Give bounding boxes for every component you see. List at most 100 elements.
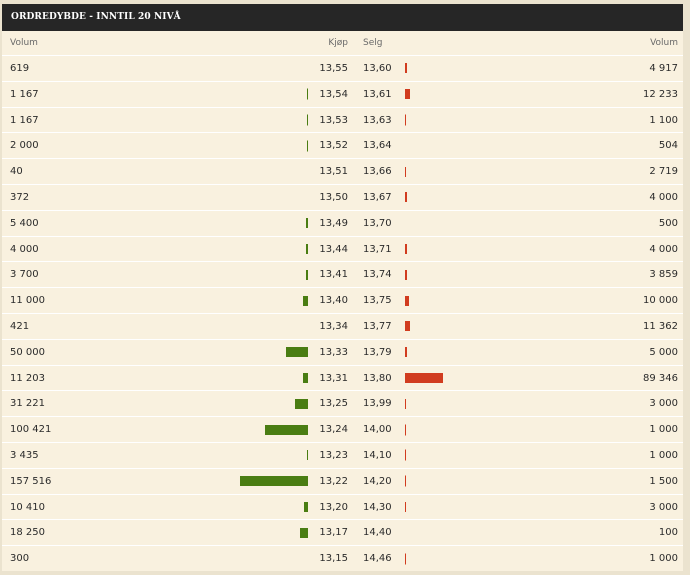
- buy-price-header: Kjøp: [328, 38, 348, 48]
- sell-volume: 10 000: [643, 295, 678, 307]
- sell-price: 13,64: [363, 140, 392, 152]
- panel-title: ORDREDYBDE - INNTIL 20 NIVÅ: [2, 4, 683, 31]
- sell-volume: 3 000: [649, 398, 678, 410]
- buy-volume: 1 167: [10, 114, 39, 126]
- buy-volume: 4 000: [10, 243, 39, 255]
- sell-volume-bar: [405, 553, 406, 565]
- sell-volume: 5 000: [649, 346, 678, 358]
- sell-volume-bar: [405, 347, 407, 358]
- sell-price: 13,74: [363, 269, 392, 281]
- buy-volume: 421: [10, 320, 30, 332]
- sell-volume-bar: [405, 372, 443, 383]
- order-row: 2 000 13,52 13,64 504: [2, 132, 683, 158]
- buy-price: 13,55: [319, 63, 348, 74]
- order-row: 619 13,55 13,60 4 917: [2, 55, 683, 81]
- buy-volume: 372: [10, 191, 30, 203]
- sell-volume-bar: [405, 89, 410, 100]
- sell-price: 14,10: [363, 449, 392, 461]
- order-row: 4 000 13,44 13,71 4 000: [2, 235, 683, 262]
- order-row: 300 13,15 14,46 1 000: [2, 545, 683, 571]
- sell-volume: 89 346: [643, 372, 678, 384]
- buy-price: 13,50: [319, 191, 348, 203]
- sell-price: 14,30: [363, 501, 392, 513]
- sell-volume: 500: [658, 217, 678, 229]
- order-row: 31 221 13,25 13,99 3 000: [2, 390, 683, 416]
- sell-volume-header: Volum: [650, 38, 678, 48]
- sell-price: 13,75: [363, 295, 392, 307]
- sell-price: 13,99: [363, 398, 392, 410]
- order-row: 100 421 13,24 14,00 1 000: [2, 416, 683, 442]
- sell-volume-bar: [405, 166, 406, 177]
- buy-volume-bar: [295, 398, 308, 409]
- sell-volume-bar: [405, 192, 407, 203]
- sell-price: 13,79: [363, 346, 392, 358]
- buy-volume-bar: [300, 527, 308, 538]
- buy-volume-bar: [307, 88, 308, 100]
- order-row: 18 250 13,17 14,40 100: [2, 519, 683, 545]
- sell-price: 13,66: [363, 166, 392, 178]
- sell-volume-bar: [405, 321, 410, 332]
- buy-volume-bar: [303, 295, 308, 306]
- order-row: 40 13,51 13,66 2 719: [2, 158, 683, 184]
- buy-volume: 300: [10, 553, 30, 565]
- buy-volume: 31 221: [10, 398, 45, 410]
- buy-price: 13,20: [319, 501, 348, 513]
- sell-volume-bar: [405, 449, 406, 461]
- buy-price: 13,24: [319, 424, 348, 436]
- sell-volume: 1 000: [649, 553, 678, 565]
- sell-volume: 100: [658, 527, 678, 539]
- buy-volume: 50 000: [10, 346, 45, 358]
- sell-volume: 1 000: [649, 449, 678, 461]
- sell-price: 14,40: [363, 527, 392, 539]
- buy-price: 13,44: [319, 243, 348, 255]
- buy-volume: 100 421: [10, 424, 52, 436]
- sell-volume-bar: [405, 295, 409, 306]
- buy-volume: 10 410: [10, 501, 45, 513]
- sell-volume: 4 917: [649, 63, 678, 74]
- buy-volume-bar: [307, 140, 308, 152]
- buy-volume: 11 000: [10, 295, 45, 307]
- sell-volume-bar: [405, 114, 406, 126]
- sell-volume-bar: [405, 243, 407, 254]
- sell-price: 13,63: [363, 114, 392, 126]
- buy-price: 13,17: [319, 527, 348, 539]
- buy-price: 13,53: [319, 114, 348, 126]
- order-row: 3 435 13,23 14,10 1 000: [2, 441, 683, 468]
- order-row: 1 167 13,53 13,63 1 100: [2, 106, 683, 133]
- order-row: 11 203 13,31 13,80 89 346: [2, 364, 683, 391]
- order-row: 10 410 13,20 14,30 3 000: [2, 493, 683, 520]
- buy-volume-bar: [306, 218, 308, 229]
- sell-price: 13,60: [363, 63, 392, 74]
- buy-volume: 11 203: [10, 372, 45, 384]
- order-row: 421 13,34 13,77 11 362: [2, 312, 683, 339]
- sell-price: 14,20: [363, 475, 392, 487]
- sell-volume-bar: [405, 63, 407, 74]
- buy-volume: 157 516: [10, 475, 52, 487]
- sell-volume: 504: [658, 140, 678, 152]
- buy-volume-bar: [306, 243, 308, 254]
- buy-volume: 1 167: [10, 88, 39, 100]
- sell-price: 13,71: [363, 243, 392, 255]
- sell-price: 14,00: [363, 424, 392, 436]
- buy-volume: 619: [10, 63, 30, 74]
- buy-volume-header: Volum: [10, 38, 38, 48]
- order-row: 372 13,50 13,67 4 000: [2, 183, 683, 210]
- sell-volume-bar: [405, 501, 406, 512]
- sell-volume-bar: [405, 424, 406, 436]
- buy-price: 13,15: [319, 553, 348, 565]
- order-row: 50 000 13,33 13,79 5 000: [2, 338, 683, 365]
- buy-volume-bar: [307, 450, 308, 461]
- order-depth-panel: ORDREDYBDE - INNTIL 20 NIVÅ Volum Kjøp S…: [2, 4, 683, 571]
- sell-price: 13,67: [363, 191, 392, 203]
- order-row: 1 167 13,54 13,61 12 233: [2, 80, 683, 107]
- sell-volume: 2 719: [649, 166, 678, 178]
- buy-volume: 3 435: [10, 449, 39, 461]
- sell-price: 14,46: [363, 553, 392, 565]
- sell-volume: 1 500: [649, 475, 678, 487]
- sell-volume: 4 000: [649, 191, 678, 203]
- sell-volume: 1 000: [649, 424, 678, 436]
- buy-volume-bar: [303, 372, 308, 383]
- buy-price: 13,34: [319, 320, 348, 332]
- order-row: 3 700 13,41 13,74 3 859: [2, 261, 683, 287]
- order-row: 11 000 13,40 13,75 10 000: [2, 287, 683, 313]
